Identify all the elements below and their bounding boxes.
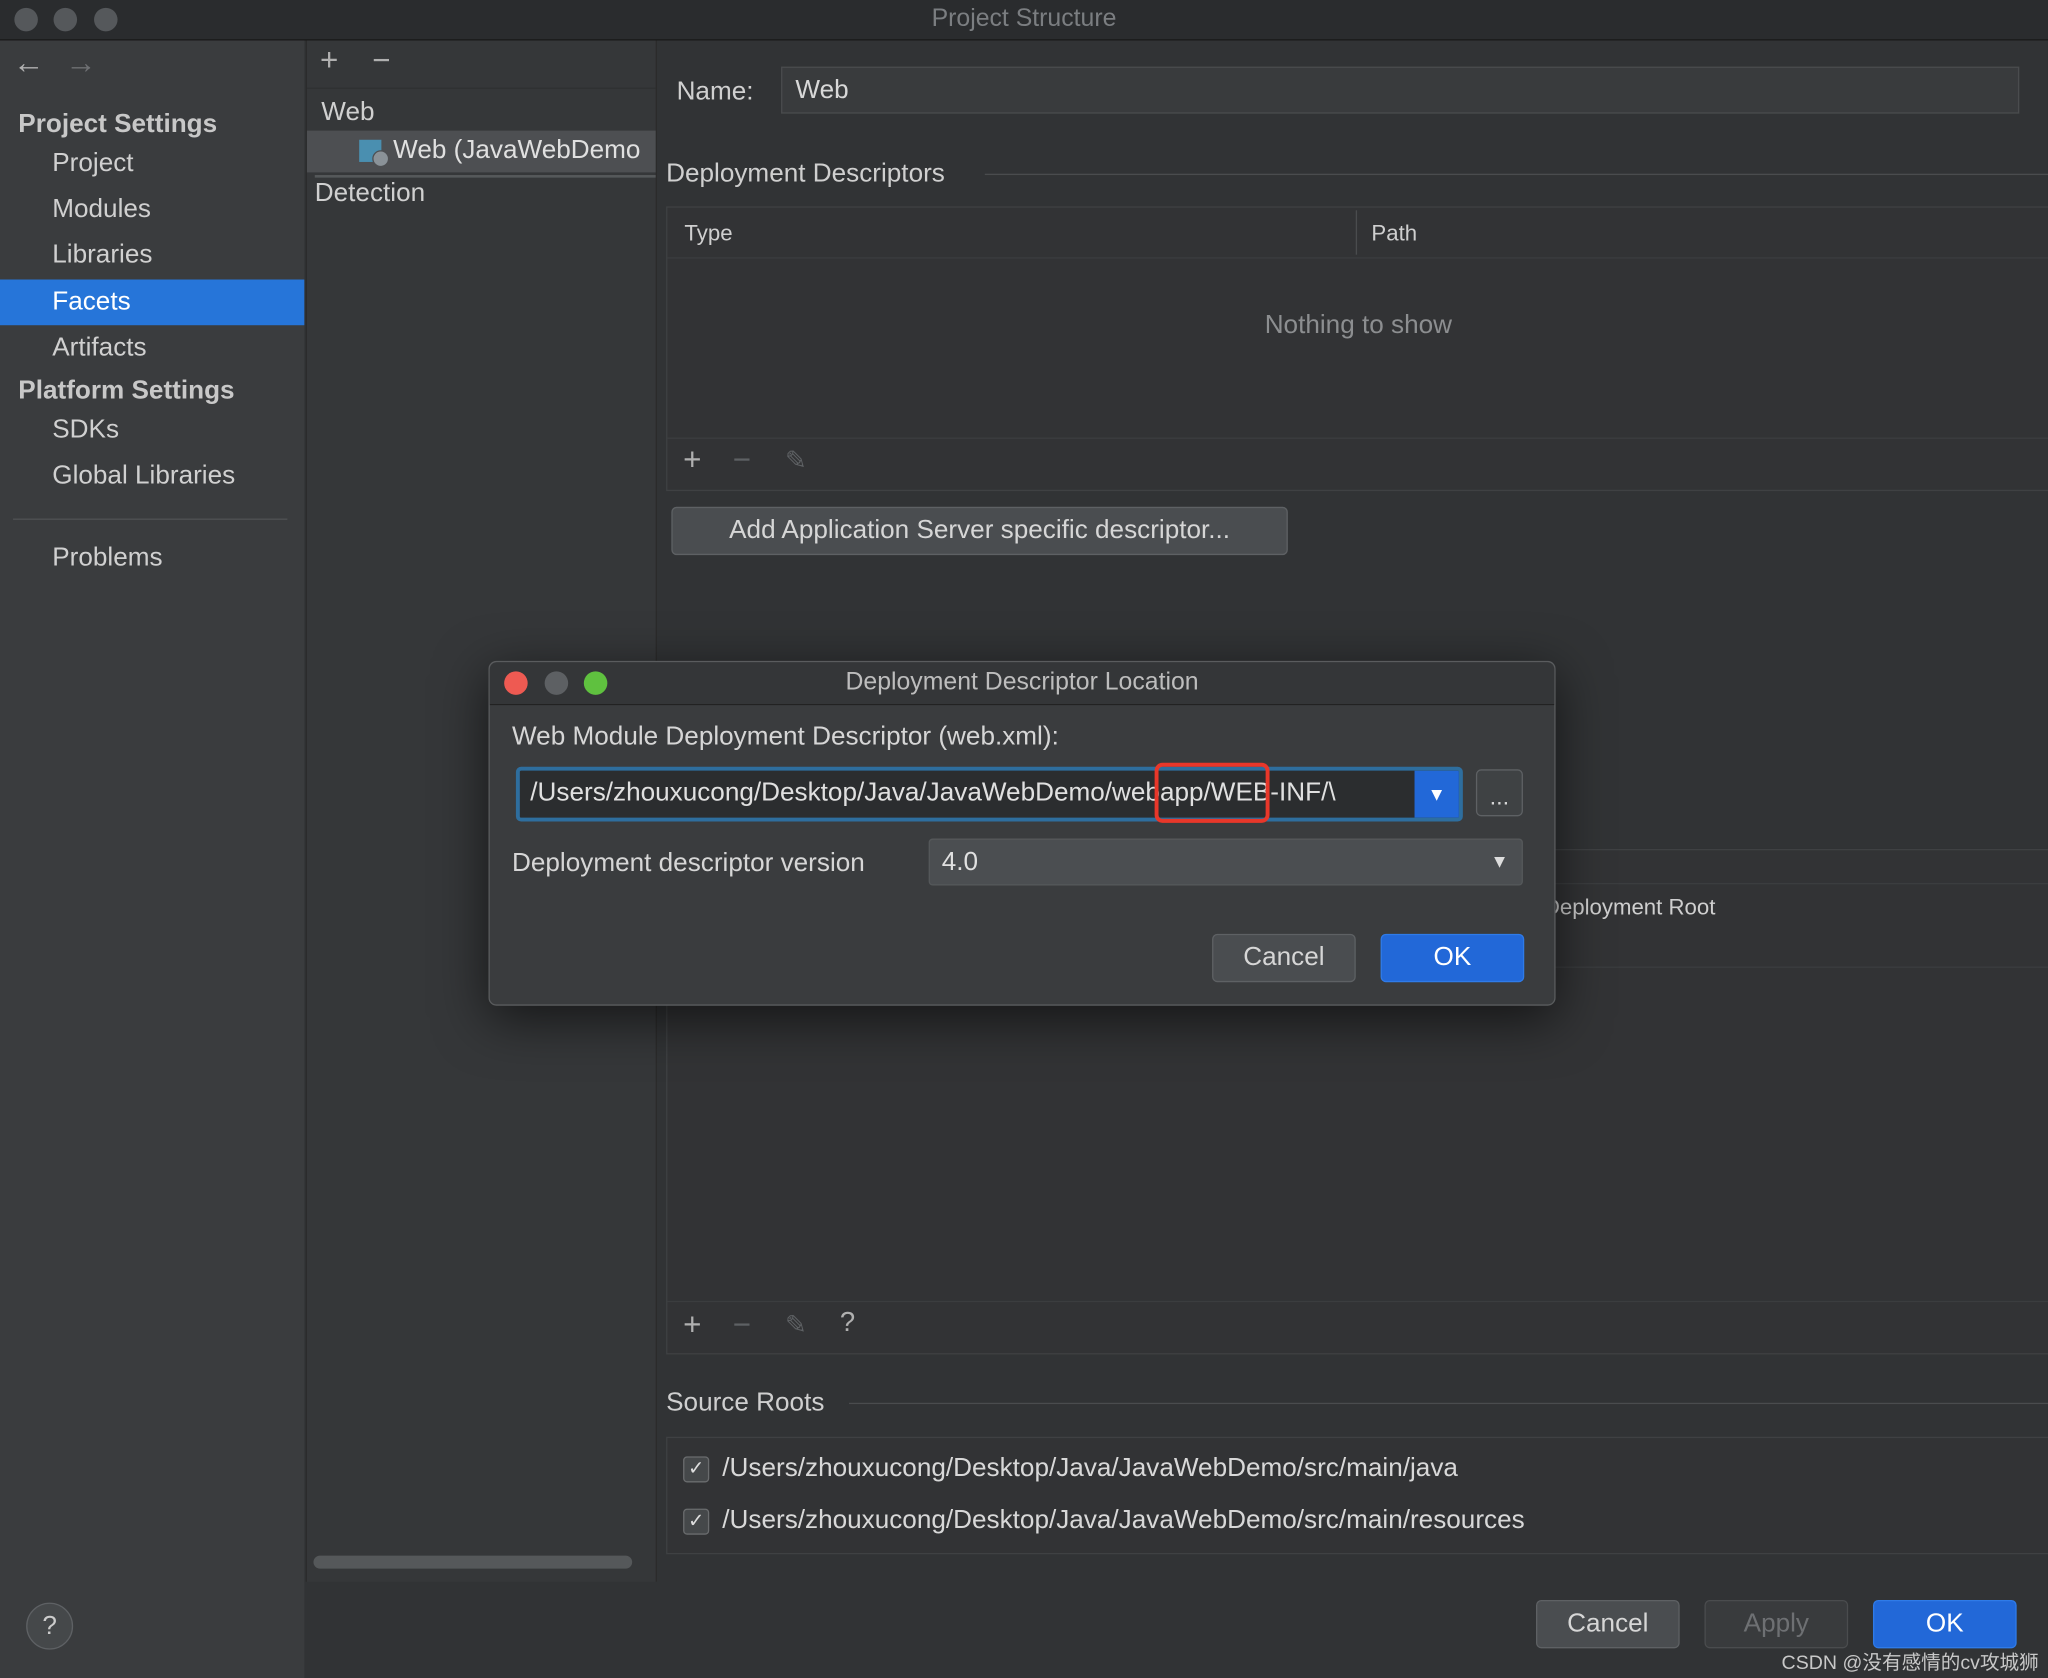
source-roots-list: ✓ /Users/zhouxucong/Desktop/Java/JavaWeb…: [666, 1436, 2048, 1555]
project-structure-window: Project Structure ← → Project Settings P…: [0, 0, 2048, 1678]
deployment-descriptors-heading: Deployment Descriptors: [666, 159, 945, 189]
table-header: Type Path: [667, 208, 2048, 259]
checkbox-checked-icon[interactable]: ✓: [683, 1508, 710, 1535]
edit-pencil-icon[interactable]: ✎: [785, 444, 807, 477]
sidebar-item-artifacts[interactable]: Artifacts: [0, 325, 304, 371]
chevron-down-icon: ▼: [1490, 850, 1509, 872]
watermark: CSDN @没有感情的cv攻城狮: [1781, 1652, 2039, 1675]
apply-button[interactable]: Apply: [1704, 1599, 1849, 1649]
tree-group-web[interactable]: Web: [321, 98, 374, 128]
platform-settings-heading: Platform Settings: [18, 376, 235, 405]
add-resource-icon[interactable]: +: [683, 1307, 701, 1344]
tree-item-web-javawebdemo[interactable]: Web (JavaWebDemo: [306, 130, 656, 173]
add-descriptor-icon[interactable]: +: [683, 443, 701, 480]
help-button[interactable]: ?: [26, 1602, 74, 1650]
project-settings-heading: Project Settings: [18, 109, 218, 139]
version-select[interactable]: 4.0 ▼: [928, 838, 1523, 886]
version-label: Deployment descriptor version: [511, 848, 865, 878]
chevron-down-icon[interactable]: ▼: [1414, 770, 1459, 818]
horizontal-scrollbar[interactable]: [313, 1555, 633, 1569]
ok-button[interactable]: OK: [1872, 1599, 2017, 1649]
sidebar-item-facets[interactable]: Facets: [0, 279, 305, 326]
descriptors-table: Type Path Nothing to show + − ✎: [666, 206, 2048, 492]
column-deployment-root[interactable]: Deployment Root: [1544, 895, 1716, 921]
sidebar-item-modules[interactable]: Modules: [0, 187, 304, 233]
dialog-ok-button[interactable]: OK: [1380, 933, 1525, 983]
checkbox-checked-icon[interactable]: ✓: [683, 1456, 710, 1483]
dialog-title: Deployment Descriptor Location: [845, 668, 1199, 697]
sidebar-item-libraries[interactable]: Libraries: [0, 232, 304, 278]
title-bar: Project Structure: [0, 0, 2048, 41]
remove-resource-icon[interactable]: −: [733, 1307, 751, 1344]
add-facet-button[interactable]: +: [320, 43, 338, 80]
divider: [13, 518, 288, 520]
help-question-icon[interactable]: ?: [840, 1307, 855, 1338]
descriptor-path-combobox[interactable]: /Users/zhouxucong/Desktop/Java/JavaWebDe…: [515, 766, 1463, 822]
sidebar: ← → Project Settings Project Modules Lib…: [0, 40, 305, 1678]
window-title: Project Structure: [931, 5, 1117, 33]
column-type[interactable]: Type: [684, 221, 732, 247]
dialog-cancel-button[interactable]: Cancel: [1212, 933, 1356, 983]
deployment-descriptor-location-dialog: Deployment Descriptor Location Web Modul…: [488, 660, 1556, 1006]
forward-arrow-icon[interactable]: →: [65, 46, 96, 83]
add-server-descriptor-button[interactable]: Add Application Server specific descript…: [671, 506, 1288, 556]
globe-icon: [372, 150, 390, 168]
sidebar-item-global-libraries[interactable]: Global Libraries: [0, 453, 304, 499]
tree-item-detection[interactable]: Detection: [315, 179, 425, 209]
sidebar-item-problems[interactable]: Problems: [0, 536, 304, 582]
red-highlight-box: [1154, 762, 1270, 823]
sidebar-item-sdks[interactable]: SDKs: [0, 408, 304, 454]
source-roots-heading: Source Roots: [666, 1388, 825, 1418]
cancel-button[interactable]: Cancel: [1535, 1599, 1680, 1649]
name-label: Name:: [676, 77, 754, 106]
back-arrow-icon[interactable]: ←: [13, 46, 44, 83]
remove-descriptor-icon[interactable]: −: [733, 443, 751, 480]
column-path[interactable]: Path: [1371, 221, 1417, 247]
descriptor-label: Web Module Deployment Descriptor (web.xm…: [511, 722, 1059, 752]
sidebar-item-project[interactable]: Project: [0, 141, 304, 187]
edit-pencil-icon[interactable]: ✎: [785, 1309, 807, 1342]
name-input[interactable]: Web: [781, 66, 2020, 114]
dialog-title-bar: Deployment Descriptor Location: [489, 662, 1555, 706]
empty-state: Nothing to show: [1264, 310, 1453, 340]
browse-button[interactable]: ...: [1475, 769, 1523, 817]
remove-facet-button[interactable]: −: [372, 43, 390, 80]
